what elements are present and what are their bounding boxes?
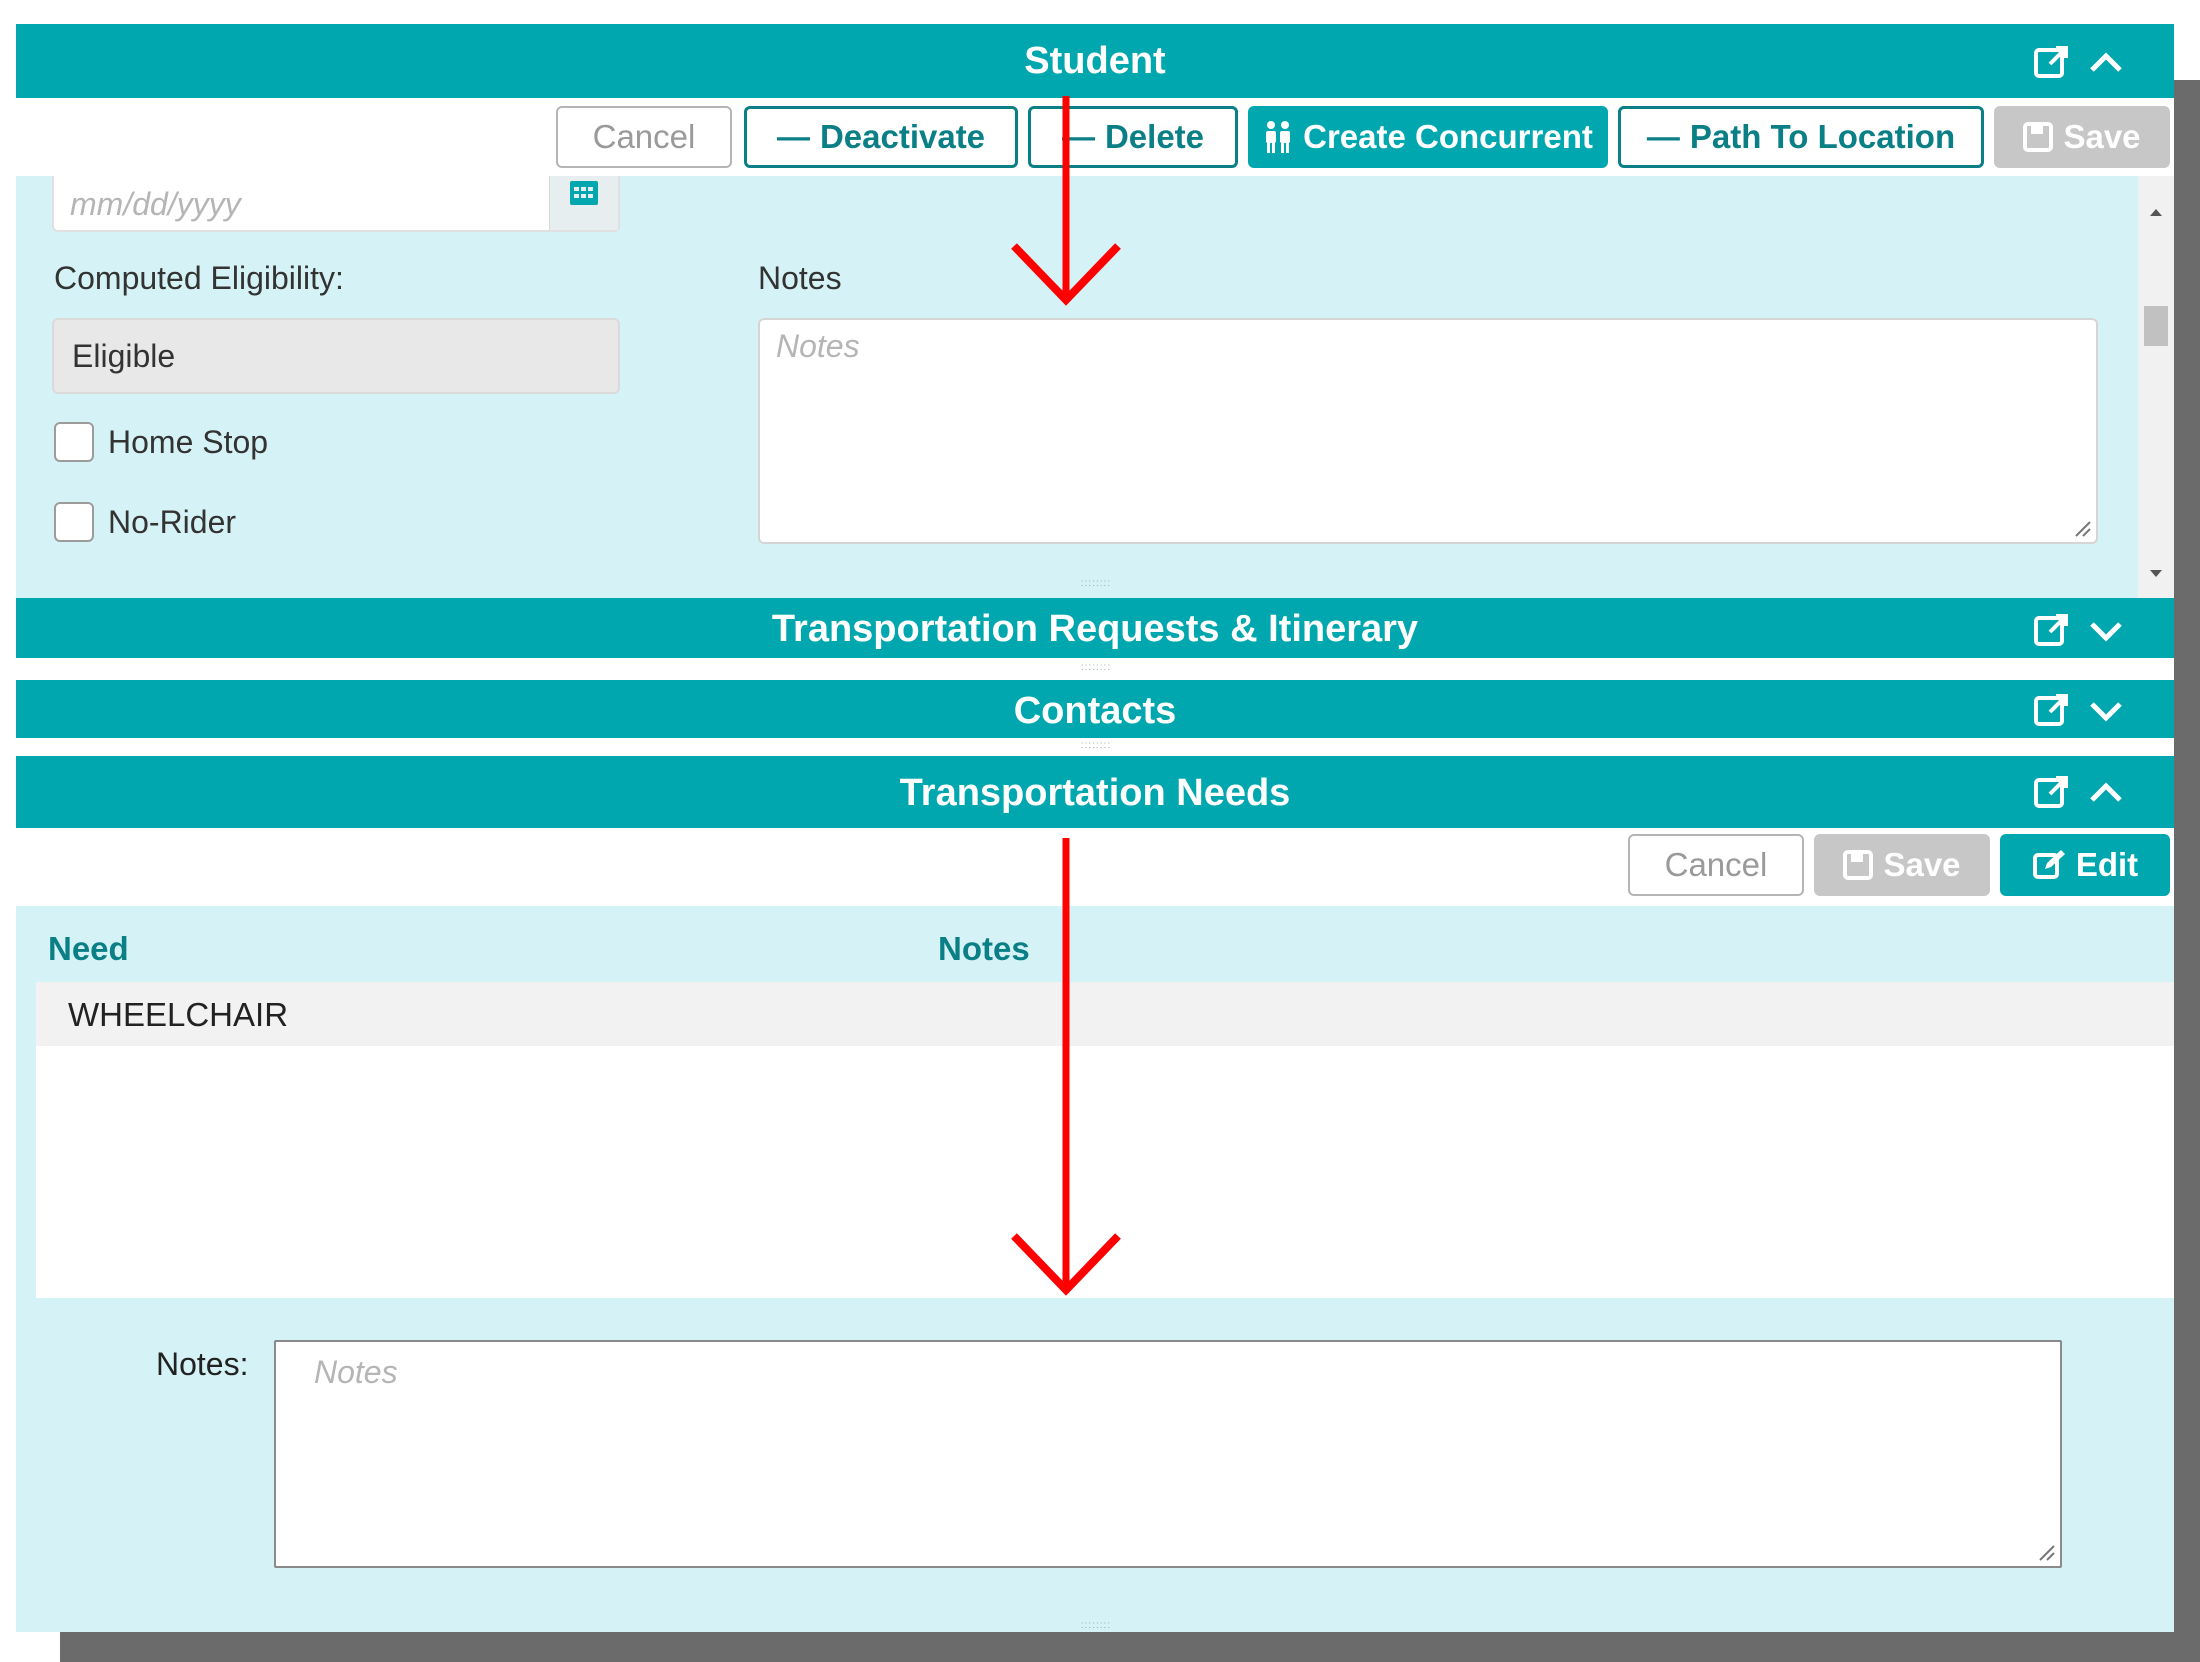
- button-label: Create Concurrent: [1303, 118, 1593, 155]
- student-section-header[interactable]: Student: [16, 24, 2174, 98]
- transportation-requests-section-header[interactable]: Transportation Requests & Itinerary: [16, 598, 2174, 658]
- notes-textarea[interactable]: Notes: [758, 318, 2098, 544]
- needs-edit-button[interactable]: Edit: [2000, 834, 2170, 896]
- date-input[interactable]: mm/dd/yyyy: [52, 176, 620, 232]
- chevron-down-icon[interactable]: [2086, 610, 2126, 650]
- table-row[interactable]: WHEELCHAIR: [36, 982, 2174, 1046]
- minus-icon: —: [1061, 118, 1095, 155]
- section-title: Contacts: [1013, 690, 1177, 732]
- minus-icon: —: [776, 118, 810, 155]
- calendar-icon: [570, 181, 598, 205]
- no-rider-label: No-Rider: [108, 504, 237, 540]
- edit-icon: [2032, 850, 2065, 879]
- scroll-up-icon[interactable]: [2138, 196, 2174, 226]
- needs-notes-label: Notes:: [156, 1346, 249, 1382]
- computed-eligibility-label: Computed Eligibility:: [54, 260, 344, 296]
- calendar-button[interactable]: [549, 176, 618, 230]
- need-cell: WHEELCHAIR: [68, 996, 289, 1033]
- resize-grip[interactable]: ::::::::: [1056, 578, 1136, 589]
- notes-placeholder: Notes: [776, 328, 860, 364]
- button-label: Path To Location: [1689, 118, 1956, 155]
- deactivate-button[interactable]: — Deactivate: [744, 106, 1018, 168]
- floppy-disk-icon: [2023, 122, 2054, 152]
- people-icon: [1266, 121, 1291, 153]
- computed-eligibility-value: Eligible: [72, 338, 176, 374]
- section-title: Transportation Needs: [899, 772, 1291, 814]
- notes-placeholder: Notes: [314, 1354, 398, 1390]
- chevron-up-icon[interactable]: [2086, 42, 2126, 82]
- scrollbar-track[interactable]: [2138, 176, 2174, 598]
- column-header-need: Need: [48, 930, 129, 967]
- section-title: Transportation Requests & Itinerary: [771, 608, 1419, 650]
- button-label: Cancel: [1664, 846, 1768, 883]
- notes-label: Notes: [758, 260, 842, 296]
- needs-table-body: WHEELCHAIR: [36, 982, 2174, 1298]
- button-label: Cancel: [592, 118, 696, 155]
- resize-handle-icon[interactable]: [2074, 520, 2092, 538]
- button-label: Save: [1883, 846, 1961, 883]
- home-stop-checkbox[interactable]: [54, 422, 94, 462]
- button-label: Delete: [1104, 118, 1205, 155]
- save-button[interactable]: Save: [1994, 106, 2170, 168]
- home-stop-label: Home Stop: [108, 424, 269, 460]
- transportation-needs-section-header[interactable]: Transportation Needs: [16, 756, 2174, 828]
- no-rider-checkbox[interactable]: [54, 502, 94, 542]
- popout-icon[interactable]: [2032, 690, 2072, 730]
- popout-icon[interactable]: [2032, 772, 2072, 812]
- needs-save-button[interactable]: Save: [1814, 834, 1990, 896]
- student-window: Student Cancel — Deactivate — Delete Cre…: [16, 24, 2174, 1632]
- needs-cancel-button[interactable]: Cancel: [1628, 834, 1804, 896]
- contacts-section-header[interactable]: Contacts: [16, 680, 2174, 738]
- button-label: Deactivate: [819, 118, 986, 155]
- cancel-button[interactable]: Cancel: [556, 106, 732, 168]
- button-label: Edit: [2075, 846, 2139, 883]
- window-shadow: [60, 1632, 2200, 1662]
- needs-notes-textarea[interactable]: Notes: [274, 1340, 2062, 1568]
- resize-grip[interactable]: ::::::::: [1056, 740, 1136, 751]
- scroll-down-icon[interactable]: [2138, 560, 2174, 590]
- delete-button[interactable]: — Delete: [1028, 106, 1238, 168]
- resize-grip[interactable]: ::::::::: [1056, 1620, 1136, 1631]
- minus-icon: —: [1646, 118, 1680, 155]
- date-placeholder: mm/dd/yyyy: [70, 186, 241, 222]
- popout-icon[interactable]: [2032, 42, 2072, 82]
- computed-eligibility-field: Eligible: [52, 318, 620, 394]
- popout-icon[interactable]: [2032, 610, 2072, 650]
- floppy-disk-icon: [1843, 850, 1874, 880]
- resize-handle-icon[interactable]: [2038, 1544, 2056, 1562]
- button-label: Save: [2063, 118, 2141, 155]
- chevron-down-icon[interactable]: [2086, 690, 2126, 730]
- scrollbar-thumb[interactable]: [2144, 306, 2168, 346]
- column-header-notes: Notes: [938, 930, 1030, 967]
- create-concurrent-button[interactable]: Create Concurrent: [1248, 106, 1608, 168]
- chevron-up-icon[interactable]: [2086, 772, 2126, 812]
- resize-grip[interactable]: ::::::::: [1056, 662, 1136, 673]
- section-title: Student: [1024, 40, 1166, 82]
- path-to-location-button[interactable]: — Path To Location: [1618, 106, 1984, 168]
